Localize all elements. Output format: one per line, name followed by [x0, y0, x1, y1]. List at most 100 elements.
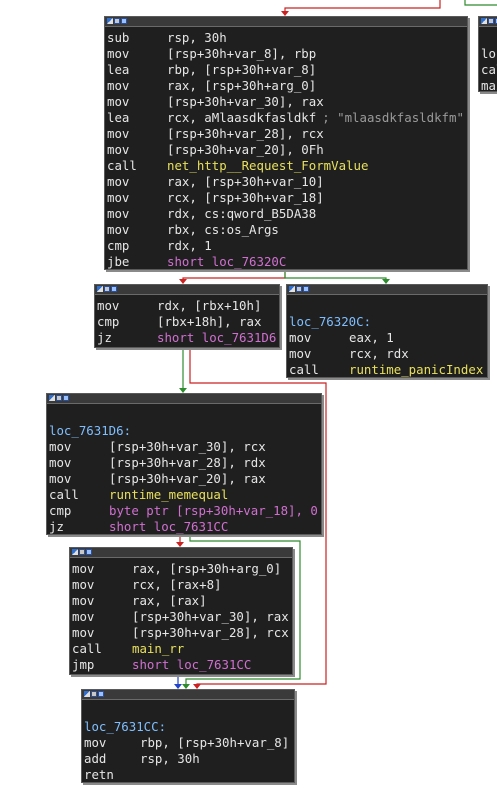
mnemonic[interactable]: mov — [49, 471, 109, 487]
instruction-line[interactable]: call runtime_memequal — [49, 487, 321, 503]
node-edit-icon[interactable] — [296, 286, 302, 292]
instruction-line[interactable]: mov [rsp+30h+var_28], rdx — [49, 455, 321, 471]
operand[interactable]: rbx, cs:os_Args — [167, 222, 279, 238]
operand[interactable]: rcx, rdx — [349, 346, 409, 362]
operand[interactable]: byte ptr [rsp+30h+var_18], 0 — [109, 503, 318, 519]
instruction-line[interactable]: mov [rsp+30h+var_20], 0Fh — [107, 142, 467, 158]
instruction-line[interactable]: mov rax, [rsp+30h+arg_0] — [107, 78, 467, 94]
mnemonic[interactable]: lea — [107, 62, 167, 78]
node-edit-icon[interactable] — [114, 18, 120, 24]
mnemonic[interactable]: mov — [72, 577, 132, 593]
mnemonic[interactable] — [49, 407, 109, 423]
operand[interactable]: [rsp+30h+var_20], rax — [109, 471, 266, 487]
instruction-line[interactable]: mov rax, [rax] — [72, 593, 292, 609]
node-color-icon[interactable] — [481, 18, 487, 24]
node-edit-icon[interactable] — [79, 549, 85, 555]
graph-node[interactable]: loc_7631CC: mov rbp, [rsp+30h+var_8] add rsp… — [81, 689, 295, 783]
instruction-line[interactable]: call net_http__Request_FormValue — [107, 158, 467, 174]
node-edit-icon[interactable] — [56, 395, 62, 401]
instruction-line[interactable] — [481, 30, 497, 46]
node-color-icon[interactable] — [72, 549, 78, 555]
instruction-line[interactable]: loc — [481, 46, 497, 62]
graph-node[interactable]: loccalmai — [478, 16, 497, 93]
mnemonic[interactable]: add — [84, 751, 140, 767]
instruction-line[interactable]: cmp [rbx+18h], rax — [97, 314, 279, 330]
node-edit-icon[interactable] — [488, 18, 494, 24]
node-window-icon[interactable] — [121, 18, 127, 24]
mnemonic[interactable]: mov — [72, 561, 132, 577]
mnemonic[interactable]: mov — [72, 625, 132, 641]
mnemonic[interactable]: mov — [107, 222, 167, 238]
node-color-icon[interactable] — [97, 286, 103, 292]
instruction-line[interactable]: call main_rr — [72, 641, 292, 657]
operand[interactable]: rax, [rax] — [132, 593, 207, 609]
node-window-icon[interactable] — [303, 286, 309, 292]
node-header[interactable] — [70, 548, 292, 558]
operand[interactable]: rax, [rsp+30h+var_10] — [167, 174, 324, 190]
mnemonic[interactable]: mov — [97, 298, 157, 314]
mnemonic[interactable]: mov — [72, 593, 132, 609]
instruction-line[interactable]: mov rcx, [rsp+30h+var_18] — [107, 190, 467, 206]
graph-node[interactable]: sub rsp, 30h mov [rsp+30h+var_8], rbp lea rbp… — [104, 16, 468, 270]
node-header[interactable] — [105, 17, 467, 27]
mnemonic[interactable] — [84, 703, 140, 719]
operand[interactable]: rdx, 1 — [167, 238, 212, 254]
operand[interactable]: [rbx+18h], rax — [157, 314, 261, 330]
instruction-line[interactable]: mov [rsp+30h+var_30], rax — [72, 609, 292, 625]
instruction-line[interactable]: call runtime_panicIndex — [289, 362, 487, 378]
code-label[interactable]: loc_76320C: — [289, 314, 371, 330]
node-header[interactable] — [47, 394, 321, 404]
mnemonic[interactable]: call — [49, 487, 109, 503]
instruction-line[interactable]: mov rbx, cs:os_Args — [107, 222, 467, 238]
node-color-icon[interactable] — [107, 18, 113, 24]
instruction-line[interactable]: mov rdx, [rbx+10h] — [97, 298, 279, 314]
operand[interactable]: short loc_76320C — [167, 254, 286, 270]
graph-node[interactable]: mov rdx, [rbx+10h] cmp [rbx+18h], rax jz shor… — [94, 284, 280, 348]
instruction-line[interactable]: add rsp, 30h — [84, 751, 294, 767]
mnemonic[interactable]: call — [289, 362, 349, 378]
mnemonic[interactable]: jz — [49, 519, 109, 535]
operand[interactable]: [rsp+30h+var_28], rdx — [109, 455, 266, 471]
node-color-icon[interactable] — [49, 395, 55, 401]
operand[interactable]: rsp, 30h — [140, 751, 200, 767]
node-color-icon[interactable] — [84, 691, 90, 697]
node-edit-icon[interactable] — [104, 286, 110, 292]
operand[interactable]: rdx, [rbx+10h] — [157, 298, 261, 314]
graph-node[interactable]: loc_76320C: mov eax, 1 mov rcx, rdx call runti… — [286, 284, 488, 378]
instruction-line[interactable]: jz short loc_7631CC — [49, 519, 321, 535]
instruction-line[interactable] — [84, 703, 294, 719]
instruction-line[interactable]: jz short loc_7631D6 — [97, 330, 279, 346]
mnemonic[interactable]: mov — [49, 455, 109, 471]
mnemonic[interactable]: mov — [107, 78, 167, 94]
operand[interactable]: main_rr — [132, 641, 184, 657]
operand[interactable]: runtime_memequal — [109, 487, 228, 503]
node-header[interactable] — [95, 285, 279, 295]
mnemonic[interactable]: cmp — [97, 314, 157, 330]
instruction-line[interactable]: mov rbp, [rsp+30h+var_8] — [84, 735, 294, 751]
node-window-icon[interactable] — [111, 286, 117, 292]
instruction-line[interactable]: mov [rsp+30h+var_28], rcx — [107, 126, 467, 142]
instruction-line[interactable]: lea rbp, [rsp+30h+var_8] — [107, 62, 467, 78]
operand[interactable]: [rsp+30h+var_30], rcx — [109, 439, 266, 455]
graph-node[interactable]: loc_7631D6: mov [rsp+30h+var_30], rcx mov [r… — [46, 393, 322, 535]
operand[interactable]: [rsp+30h+var_20], 0Fh — [167, 142, 324, 158]
instruction-line[interactable]: retn — [84, 767, 294, 783]
instruction-line[interactable]: mov [rsp+30h+var_20], rax — [49, 471, 321, 487]
operand[interactable]: rdx, cs:qword_B5DA38 — [167, 206, 316, 222]
mnemonic[interactable]: jbe — [107, 254, 167, 270]
operand[interactable]: short loc_7631CC — [132, 657, 251, 673]
instruction-line[interactable]: mov [rsp+30h+var_8], rbp — [107, 46, 467, 62]
node-window-icon[interactable] — [98, 691, 104, 697]
operand[interactable]: short loc_7631CC — [109, 519, 228, 535]
operand[interactable]: rbp, [rsp+30h+var_8] — [140, 735, 289, 751]
instruction-line[interactable]: lea rcx, aMlaasdkfasldkf ; "mlaasdkfasldkf… — [107, 110, 467, 126]
instruction-line[interactable]: cmp rdx, 1 — [107, 238, 467, 254]
node-color-icon[interactable] — [289, 286, 295, 292]
operand[interactable]: rax, [rsp+30h+arg_0] — [167, 78, 316, 94]
instruction-line[interactable]: cmp byte ptr [rsp+30h+var_18], 0 — [49, 503, 321, 519]
graph-node[interactable]: mov rax, [rsp+30h+arg_0] mov rcx, [rax+8] mo… — [69, 547, 293, 675]
instruction-line[interactable]: loc_76320C: — [289, 314, 487, 330]
operand[interactable]: [rsp+30h+var_28], rcx — [167, 126, 324, 142]
mnemonic[interactable]: mov — [289, 330, 349, 346]
mnemonic[interactable]: mov — [107, 206, 167, 222]
